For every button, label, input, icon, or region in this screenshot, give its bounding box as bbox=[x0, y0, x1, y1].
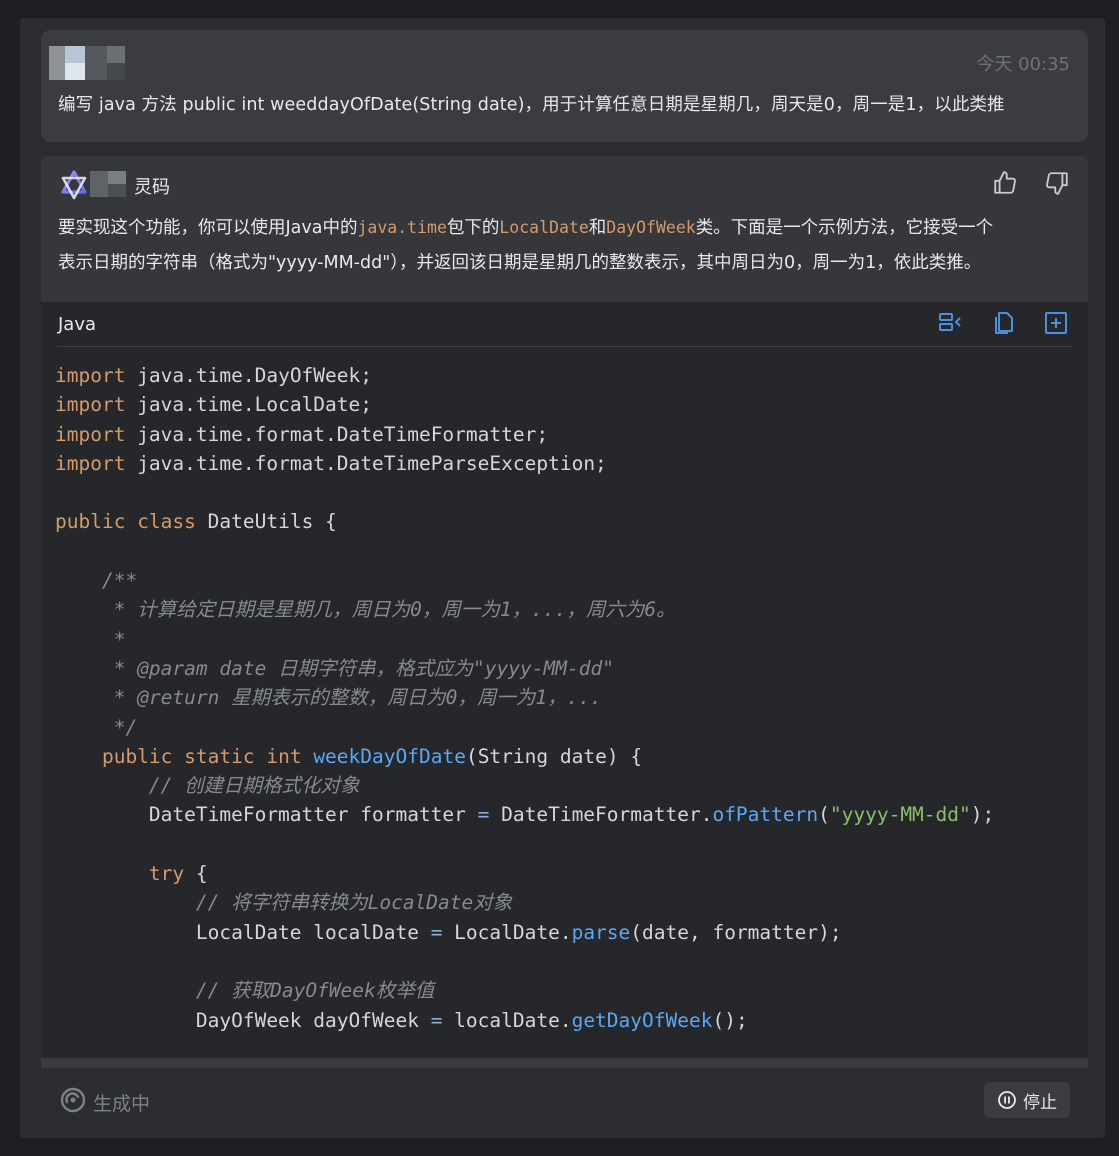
assistant-message-card: 灵码 要实现这个功能，你可以使用Java中的java.time包下的LocalD… bbox=[41, 156, 1088, 1066]
message-timestamp: 今天 00:35 bbox=[976, 54, 1070, 75]
stop-button-label: 停止 bbox=[1023, 1092, 1057, 1113]
code-language-label: Java bbox=[58, 314, 97, 335]
code-token: ( bbox=[818, 803, 830, 827]
thumbs-up-icon[interactable] bbox=[992, 170, 1018, 196]
code-token: DateTimeFormatter formatter bbox=[55, 803, 478, 827]
code-content: import java.time.DayOfWeek; import java.… bbox=[55, 361, 994, 1035]
inline-code: java.time bbox=[357, 218, 447, 237]
code-line: /** bbox=[55, 569, 138, 593]
lingma-logo-icon bbox=[59, 170, 89, 200]
assistant-name: 灵码 bbox=[134, 177, 170, 198]
code-token: "yyyy-MM-dd" bbox=[829, 803, 971, 827]
code-line: */ bbox=[55, 715, 138, 739]
code-line: DateTimeFormatter formatter = DateTimeFo… bbox=[55, 800, 994, 829]
status-bar: 生成中 停止 bbox=[41, 1068, 1088, 1138]
code-token: DateUtils { bbox=[195, 510, 337, 534]
assistant-reply-text: 要实现这个功能，你可以使用Java中的java.time包下的LocalDate… bbox=[58, 210, 1078, 281]
code-token: java.time.format.DateTimeParseException; bbox=[125, 451, 607, 475]
assistant-name-blur bbox=[90, 171, 126, 197]
code-token: static bbox=[172, 744, 255, 768]
code-line: public static int weekDayOfDate(String d… bbox=[55, 742, 994, 771]
code-token: = bbox=[430, 1008, 443, 1032]
code-token: public bbox=[101, 744, 173, 768]
code-token: java.time.DayOfWeek; bbox=[125, 364, 372, 387]
user-message-text: 编写 java 方法 public int weeddayOfDate(Stri… bbox=[58, 95, 1005, 115]
code-line: import java.time.LocalDate; bbox=[55, 390, 994, 419]
code-token: = bbox=[430, 920, 443, 944]
user-message-card: 今天 00:35 编写 java 方法 public int weeddayOf… bbox=[41, 30, 1088, 142]
code-line: DayOfWeek dayOfWeek = localDate.getDayOf… bbox=[55, 1006, 994, 1035]
code-line: public class DateUtils { bbox=[55, 507, 994, 536]
code-line: * 计算给定日期是星期几，周日为0，周一为1，...，周六为6。 bbox=[55, 598, 676, 622]
code-token: LocalDate. bbox=[442, 920, 572, 944]
generating-spinner-icon bbox=[60, 1087, 86, 1113]
reply-text-segment: 和 bbox=[588, 218, 607, 238]
code-token: DateTimeFormatter. bbox=[489, 803, 713, 827]
code-line: import java.time.format.DateTimeFormatte… bbox=[55, 420, 994, 449]
code-token: (); bbox=[712, 1008, 748, 1032]
code-token: { bbox=[184, 862, 208, 886]
code-token: (date, formatter); bbox=[630, 920, 842, 944]
code-token: weekDayOfDate bbox=[301, 744, 466, 768]
code-line: // 获取DayOfWeek枚举值 bbox=[55, 979, 435, 1003]
code-token: int bbox=[254, 744, 302, 768]
insert-diff-icon[interactable] bbox=[937, 310, 965, 338]
code-line: LocalDate localDate = LocalDate.parse(da… bbox=[55, 918, 994, 947]
code-line: // 创建日期格式化对象 bbox=[55, 774, 360, 798]
insert-new-file-icon[interactable] bbox=[1043, 310, 1071, 338]
code-token: class bbox=[125, 510, 196, 534]
code-token: LocalDate localDate bbox=[55, 920, 431, 944]
code-token: java.time.LocalDate; bbox=[125, 393, 372, 417]
code-token: import bbox=[55, 393, 126, 417]
code-token: import bbox=[55, 422, 126, 446]
status-separator bbox=[41, 1058, 1088, 1068]
code-block: Java import java.time.DayOfWeek; import … bbox=[41, 302, 1088, 1066]
code-token: parse bbox=[571, 920, 631, 944]
code-line: // 将字符串转换为LocalDate对象 bbox=[55, 891, 513, 915]
reply-text-segment: 要实现这个功能，你可以使用Java中的 bbox=[58, 218, 358, 238]
code-line: * @return 星期表示的整数，周日为0，周一为1，... bbox=[55, 686, 602, 710]
code-token: try bbox=[148, 862, 185, 886]
stop-button[interactable]: 停止 bbox=[984, 1082, 1070, 1118]
generating-status-text: 生成中 bbox=[93, 1093, 151, 1115]
code-token: = bbox=[477, 803, 490, 827]
code-token: public bbox=[55, 510, 126, 534]
thumbs-down-icon[interactable] bbox=[1044, 170, 1070, 196]
code-line: * bbox=[55, 627, 126, 651]
user-avatar bbox=[49, 46, 137, 80]
copy-icon[interactable] bbox=[991, 310, 1019, 338]
pause-icon bbox=[998, 1091, 1016, 1109]
code-line: import java.time.format.DateTimeParseExc… bbox=[55, 449, 994, 478]
code-token: DayOfWeek dayOfWeek bbox=[55, 1008, 431, 1032]
code-token: localDate. bbox=[442, 1008, 572, 1032]
code-token: ofPattern bbox=[712, 803, 819, 827]
code-token: import bbox=[55, 451, 126, 475]
code-token: ); bbox=[970, 803, 995, 827]
code-token: (String date) { bbox=[465, 744, 643, 768]
code-line: * @param date 日期字符串，格式应为"yyyy-MM-dd" bbox=[55, 656, 614, 680]
code-token: import bbox=[55, 364, 126, 387]
code-block-header: Java bbox=[57, 302, 1072, 347]
inline-code: LocalDate bbox=[499, 218, 589, 237]
chat-panel: 今天 00:35 编写 java 方法 public int weeddayOf… bbox=[20, 18, 1105, 1138]
reply-text-segment: 类。下面是一个示例方法，它接受一个 bbox=[695, 218, 994, 238]
code-token: java.time.format.DateTimeFormatter; bbox=[125, 422, 549, 446]
code-line: import java.time.DayOfWeek; bbox=[55, 361, 994, 390]
code-token: getDayOfWeek bbox=[571, 1008, 713, 1032]
inline-code: DayOfWeek bbox=[606, 218, 696, 237]
code-line: try { bbox=[55, 859, 994, 888]
reply-text-line: 表示日期的字符串（格式为"yyyy-MM-dd"），并返回该日期是星期几的整数表… bbox=[58, 253, 982, 273]
reply-text-segment: 包下的 bbox=[446, 218, 500, 238]
